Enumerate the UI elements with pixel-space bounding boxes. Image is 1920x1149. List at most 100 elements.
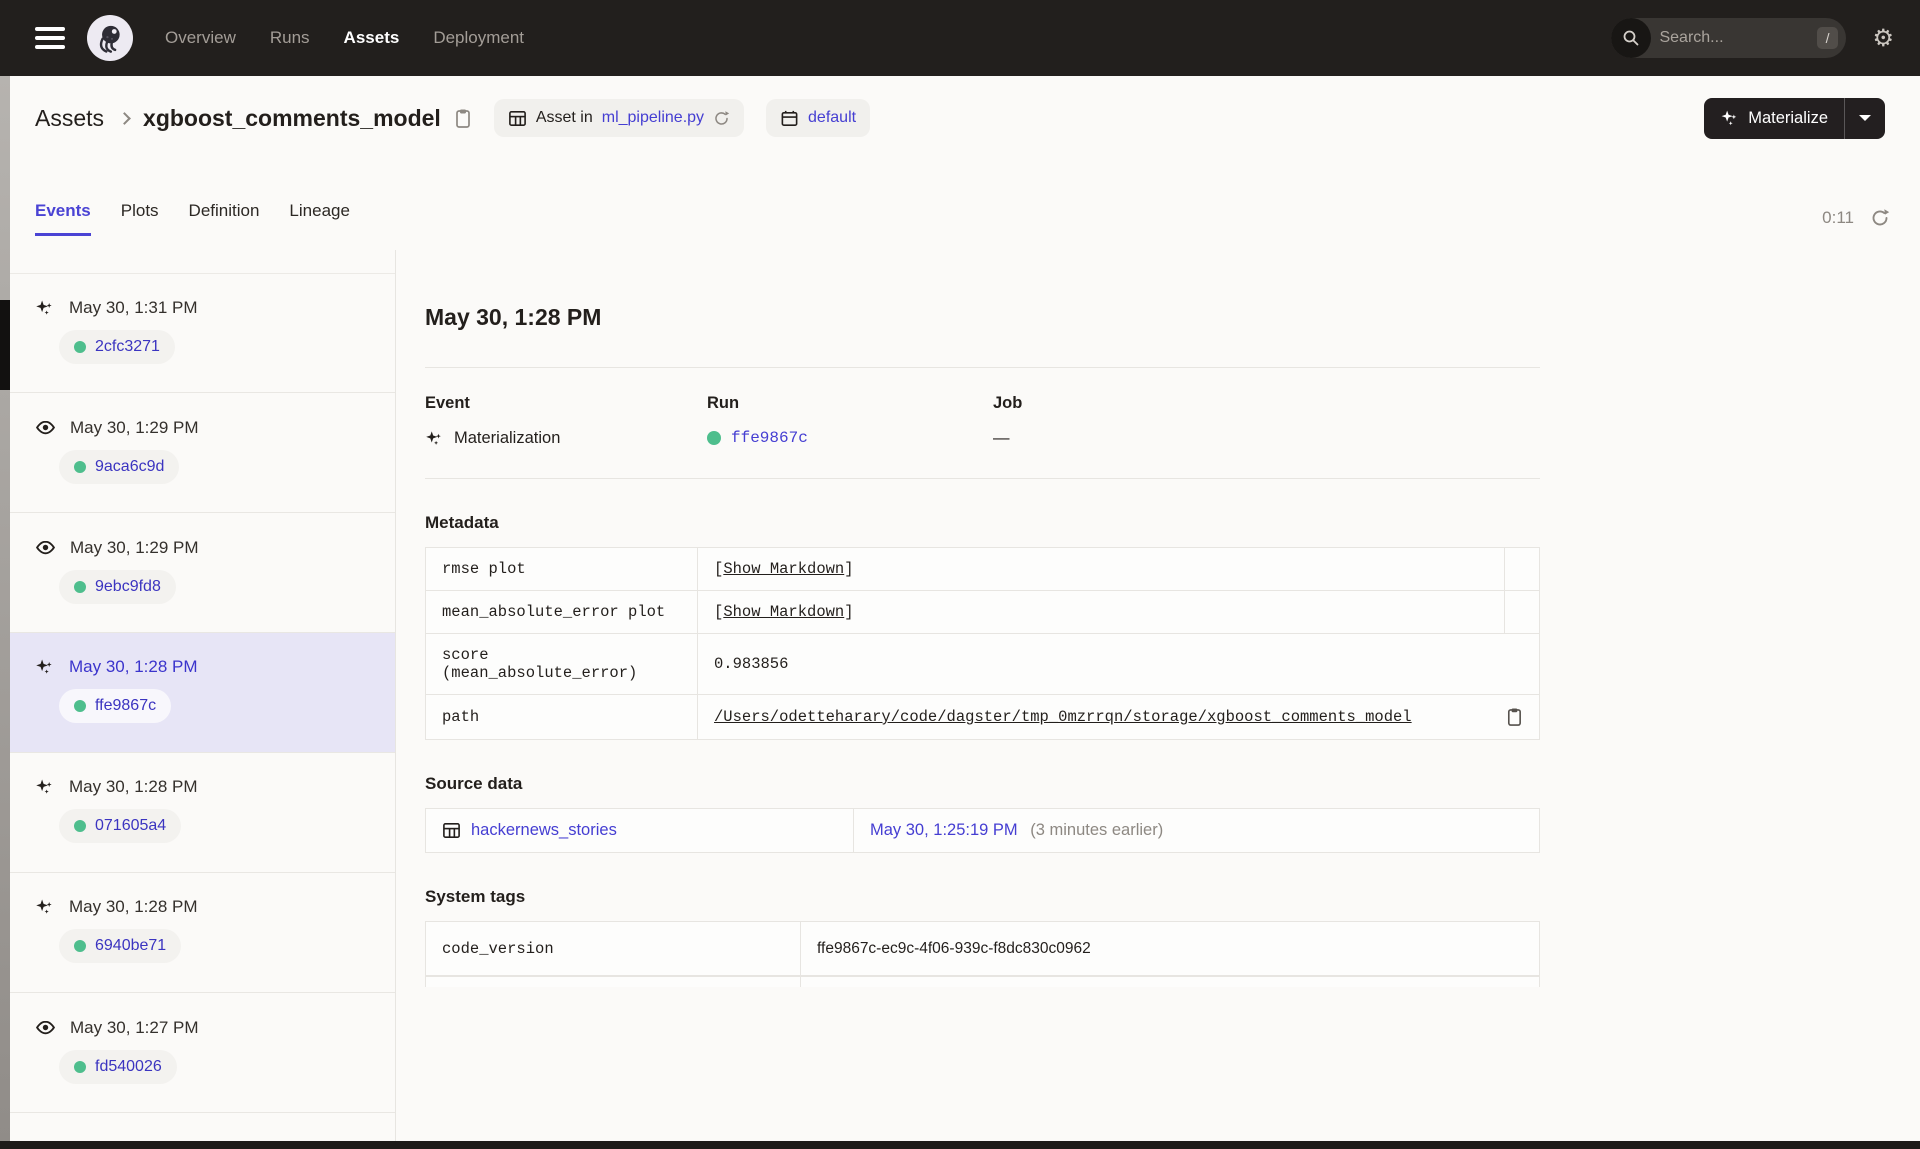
metadata-key: mean_absolute_error plot — [425, 590, 698, 634]
materialize-split-button: Materialize — [1704, 97, 1885, 139]
materialize-options-button[interactable] — [1845, 98, 1885, 139]
event-label: Event — [425, 394, 470, 412]
show-markdown-link[interactable]: [Show Markdown] — [714, 560, 854, 578]
event-heading: May 30, 1:28 PM — [425, 304, 602, 330]
copy-path-icon[interactable] — [1505, 707, 1523, 727]
pipeline-file-link[interactable]: ml_pipeline.py — [602, 109, 704, 127]
event-list-item[interactable]: May 30, 1:29 PM 9ebc9fd8 — [10, 513, 395, 633]
table-row: hackernews_stories May 30, 1:25:19 PM (3… — [425, 808, 1540, 853]
run-status-dot — [707, 431, 721, 445]
breadcrumb-assets-link[interactable]: Assets — [35, 105, 104, 132]
asset-in-label: Asset in — [535, 109, 593, 126]
menu-icon[interactable] — [35, 27, 65, 49]
table-icon — [508, 110, 526, 126]
table-row: score (mean_absolute_error) 0.983856 — [425, 633, 1540, 695]
run-status-dot — [74, 940, 86, 952]
reload-file-icon[interactable] — [713, 110, 730, 127]
table-row: code_version ffe9867c-ec9c-4f06-939c-f8d… — [425, 921, 1540, 976]
top-nav: Overview Runs Assets Deployment / ⚙ — [0, 0, 1920, 76]
search-shortcut-key: / — [1816, 27, 1839, 49]
materialization-sparkle-icon — [36, 300, 52, 315]
observation-eye-icon — [36, 540, 55, 555]
source-time-note: (3 minutes earlier) — [1030, 821, 1164, 839]
asset-location-badge: Asset in ml_pipeline.py — [493, 99, 745, 137]
event-detail-pane: May 30, 1:28 PM Event Materialization Ru… — [396, 250, 1920, 1141]
system-tags-table: code_version ffe9867c-ec9c-4f06-939c-f8d… — [425, 921, 1540, 976]
repo-default-label: default — [808, 109, 857, 126]
background-window-sliver — [0, 76, 10, 1149]
run-status-dot — [74, 1061, 86, 1073]
run-status-dot — [74, 820, 86, 832]
event-list-item-selected[interactable]: May 30, 1:28 PM ffe9867c — [10, 633, 395, 753]
run-link-pill[interactable]: 9aca6c9d — [59, 450, 180, 484]
event-list-item[interactable]: May 30, 1:28 PM 6940be71 — [10, 873, 395, 993]
observation-eye-icon — [36, 420, 55, 435]
table-row: path /Users/odetteharary/code/dagster/tm… — [425, 694, 1540, 740]
job-label: Job — [993, 394, 1023, 412]
materialization-sparkle-icon — [36, 779, 52, 794]
title-bar: Assets xgboost_comments_model Asset in m… — [0, 76, 1920, 160]
run-status-dot — [74, 461, 86, 473]
source-data-table: hackernews_stories May 30, 1:25:19 PM (3… — [425, 808, 1540, 853]
nav-assets[interactable]: Assets — [344, 28, 400, 48]
materialize-button[interactable]: Materialize — [1704, 97, 1845, 139]
chevron-down-icon — [1859, 115, 1871, 121]
sparkle-icon — [1721, 110, 1737, 125]
refresh-countdown: 0:11 — [1822, 208, 1854, 227]
run-link-pill[interactable]: 9ebc9fd8 — [59, 570, 176, 604]
search-input[interactable] — [1651, 29, 1772, 47]
nav-deployment[interactable]: Deployment — [433, 28, 524, 48]
event-type-value: Materialization — [454, 429, 561, 447]
repo-icon — [781, 110, 798, 126]
run-link-pill[interactable]: ffe9867c — [59, 689, 172, 723]
job-value: — — [993, 429, 1010, 447]
refresh-icon[interactable] — [1870, 208, 1890, 228]
source-time-link[interactable]: May 30, 1:25:19 PM — [870, 821, 1018, 839]
run-link-pill[interactable]: fd540026 — [59, 1050, 177, 1084]
observation-eye-icon — [36, 1020, 55, 1035]
system-tag-value: ffe9867c-ec9c-4f06-939c-f8dc830c0962 — [800, 921, 1540, 976]
materialization-sparkle-icon — [36, 899, 52, 914]
system-tags-title: System tags — [425, 887, 526, 906]
copy-asset-name-icon[interactable] — [453, 108, 472, 129]
system-tag-key: code_version — [425, 921, 801, 976]
chevron-right-icon — [118, 111, 131, 125]
event-list: May 30, 1:31 PM 2cfc3271 May 30, 1:29 PM… — [10, 250, 396, 1141]
event-list-item[interactable]: May 30, 1:27 PM fd540026 — [10, 993, 395, 1113]
search-icon — [1611, 18, 1652, 58]
search-box[interactable]: / — [1611, 18, 1847, 58]
materialization-sparkle-icon — [426, 431, 441, 445]
metadata-key: score (mean_absolute_error) — [425, 633, 698, 695]
tab-plots[interactable]: Plots — [121, 201, 159, 236]
clipped-table-row — [425, 976, 1540, 987]
run-status-dot — [74, 581, 86, 593]
row-end-cell — [1504, 547, 1540, 591]
page-title: xgboost_comments_model — [143, 104, 441, 131]
event-list-item[interactable]: May 30, 1:28 PM 071605a4 — [10, 753, 395, 873]
event-list-item[interactable]: May 30, 1:31 PM 2cfc3271 — [10, 273, 395, 393]
nav-overview[interactable]: Overview — [165, 28, 236, 48]
source-data-title: Source data — [425, 774, 523, 793]
tabs-bar: Events Plots Definition Lineage 0:11 — [0, 160, 1920, 250]
source-asset-link[interactable]: hackernews_stories — [471, 821, 617, 840]
run-link-pill[interactable]: 6940be71 — [59, 929, 182, 963]
primary-nav: Overview Runs Assets Deployment — [165, 28, 524, 48]
settings-gear-icon[interactable]: ⚙ — [1872, 26, 1894, 50]
run-id-link[interactable]: ffe9867c — [731, 429, 808, 447]
metadata-table: rmse plot [Show Markdown] mean_absolute_… — [425, 547, 1540, 740]
event-list-item[interactable]: May 30, 1:29 PM 9aca6c9d — [10, 393, 395, 513]
tab-definition[interactable]: Definition — [189, 201, 260, 236]
metadata-key: rmse plot — [425, 547, 698, 591]
tab-events[interactable]: Events — [35, 201, 91, 236]
nav-runs[interactable]: Runs — [270, 28, 310, 48]
tab-lineage[interactable]: Lineage — [289, 201, 350, 236]
table-row: mean_absolute_error plot [Show Markdown] — [425, 590, 1540, 634]
run-link-pill[interactable]: 2cfc3271 — [59, 330, 175, 364]
repository-badge[interactable]: default — [766, 99, 871, 137]
show-markdown-link[interactable]: [Show Markdown] — [714, 603, 854, 621]
row-end-cell — [1504, 590, 1540, 634]
background-bottom-edge — [0, 1141, 1920, 1149]
dagster-logo-icon[interactable] — [87, 15, 133, 61]
run-link-pill[interactable]: 071605a4 — [59, 809, 182, 843]
storage-path-link[interactable]: /Users/odetteharary/code/dagster/tmp_0mz… — [714, 708, 1412, 726]
